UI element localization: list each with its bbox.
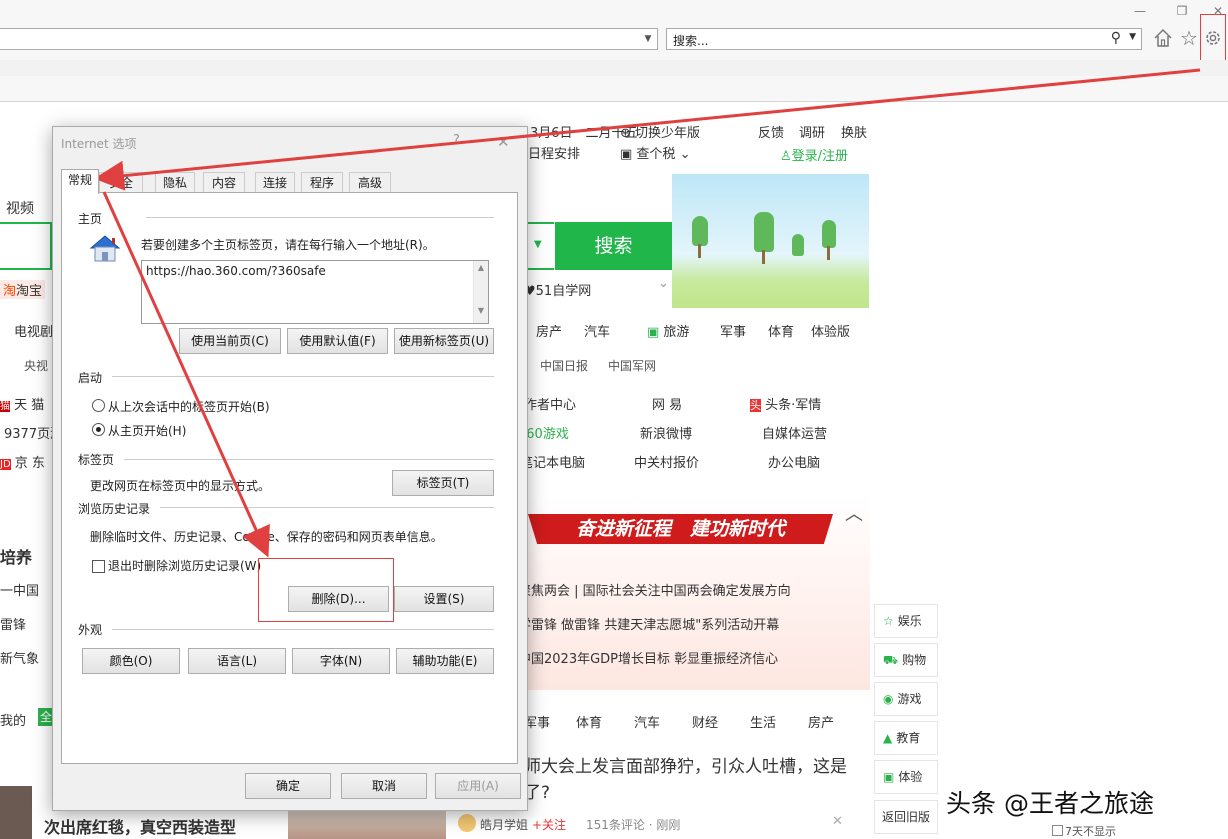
arrow-gear-to-general-tab: [94, 68, 1201, 191]
tab-general[interactable]: 常规: [61, 169, 99, 194]
annotation-arrows: [94, 68, 1201, 558]
arrow-general-tab-to-delete: [102, 191, 270, 558]
